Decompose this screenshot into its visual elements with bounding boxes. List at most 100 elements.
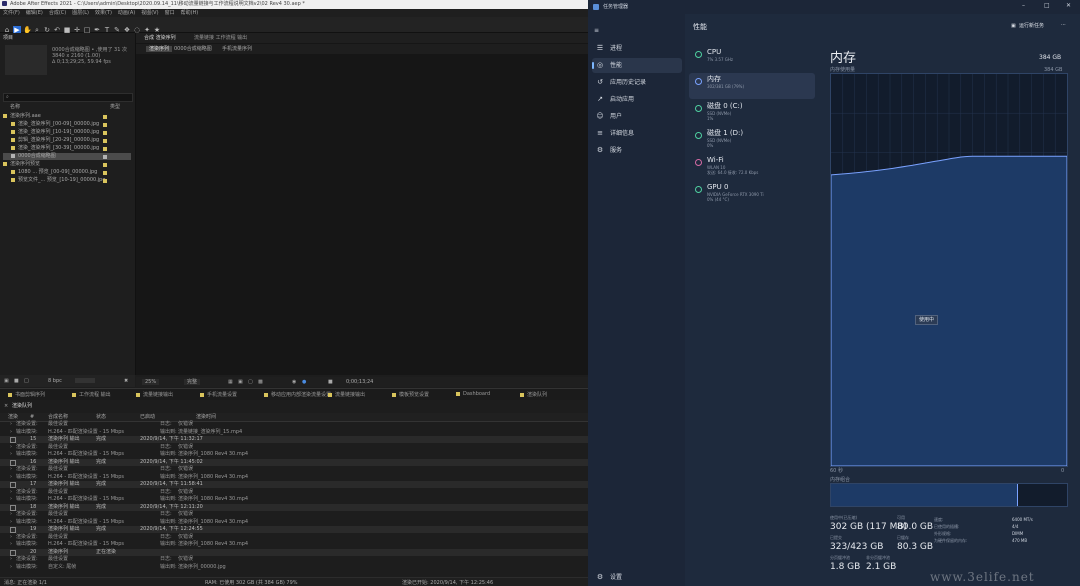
expand-arrow-icon[interactable]: › xyxy=(10,444,12,451)
render-queue-setting[interactable]: › 渲染设置: 最佳设置 日志: 仅错误 xyxy=(0,421,588,428)
device-item[interactable]: 磁盘 0 (C:) SSD (NVMe) 1% xyxy=(689,100,815,126)
nav-item-startup[interactable]: ↗ 启动应用 xyxy=(592,92,682,107)
project-item[interactable]: 渲染_渲染序列_[30-39]_00000.jpg xyxy=(3,145,131,152)
nav-item-app-history[interactable]: ↺ 应用历史记录 xyxy=(592,75,682,90)
device-item[interactable]: 磁盘 1 (D:) SSD (NVMe) 0% xyxy=(689,127,815,153)
quality-select[interactable]: 完整 xyxy=(184,379,201,385)
menu-item[interactable]: 图层(L) xyxy=(72,10,89,16)
snapshot-icon[interactable]: ◉ xyxy=(292,379,296,385)
menu-item[interactable]: 动画(A) xyxy=(118,10,135,16)
render-queue-setting[interactable]: › 渲染设置: 最佳设置 日志: 仅错误 xyxy=(0,534,588,541)
nav-item-settings[interactable]: ⚙ 设置 xyxy=(592,570,682,585)
expand-arrow-icon[interactable]: › xyxy=(10,541,12,548)
nav-item-details[interactable]: ≡ 详细信息 xyxy=(592,126,682,141)
render-queue-item[interactable]: 20 渲染序列 正在渲染 xyxy=(0,548,588,556)
render-queue-item[interactable]: 17 渲染序列 输出 完成 2020/9/14, 下午 11:58:41 xyxy=(0,481,588,488)
device-item[interactable]: Wi-Fi WLAN 10 发送: 64.0 接收: 72.0 Kbps xyxy=(689,154,815,180)
timeline-tab[interactable]: 工作流程 输出 xyxy=(72,391,111,398)
render-queue-item[interactable]: 18 渲染序列 输出 完成 2020/9/14, 下午 12:11:20 xyxy=(0,503,588,511)
menu-item[interactable]: 合成(C) xyxy=(49,10,66,16)
render-queue-setting[interactable]: › 输出模块: H.264 - 匹配渲染设置 - 15 Mbps 输出到: 渲染序列_1… xyxy=(0,519,588,526)
new-composition-icon[interactable]: □ xyxy=(24,378,29,384)
col-number[interactable]: # xyxy=(30,414,34,420)
project-item[interactable]: 预览文件_... 预览_[10-19]_00000.jpg xyxy=(3,177,131,184)
render-queue-item[interactable]: 15 渲染序列 输出 完成 2020/9/14, 下午 11:32:17 xyxy=(0,436,588,443)
trash-icon[interactable]: ✖ xyxy=(124,378,128,384)
project-col-type[interactable]: 类型 xyxy=(110,104,120,110)
render-queue-setting[interactable]: › 输出模块: H.264 - 匹配渲染设置 - 15 Mbps 输出到: 渲染序列_1… xyxy=(0,496,588,503)
close-icon[interactable]: × xyxy=(4,403,8,409)
render-queue-setting[interactable]: › 输出模块: H.264 - 匹配渲染设置 - 15 Mbps 输出到: 渲染序列_1… xyxy=(0,451,588,458)
new-folder-icon[interactable]: ■ xyxy=(14,378,19,384)
menu-item[interactable]: 帮助(H) xyxy=(181,10,199,16)
expand-arrow-icon[interactable]: › xyxy=(10,556,12,563)
maximize-icon[interactable]: □ xyxy=(1044,2,1050,10)
project-col-name[interactable]: 名称 xyxy=(10,104,20,110)
menu-item[interactable]: 编辑(E) xyxy=(26,10,43,16)
project-item[interactable]: 渲染序列.aae xyxy=(3,113,131,120)
col-render[interactable]: 渲染 xyxy=(8,414,18,420)
timecode[interactable]: 0;00;13;24 xyxy=(346,379,373,385)
breadcrumb-thumb[interactable]: 0000合成缩略图 xyxy=(174,46,212,52)
run-task-icon[interactable]: ▣ xyxy=(1011,23,1016,29)
timeline-tab[interactable]: 手机流量设置 xyxy=(200,391,237,398)
render-checkbox[interactable] xyxy=(10,504,16,511)
project-item[interactable]: 渲染_渲染序列_[10-19]_00000.jpg xyxy=(3,129,131,136)
minimize-icon[interactable]: – xyxy=(1022,2,1025,10)
render-queue-setting[interactable]: › 渲染设置: 最佳设置 日志: 仅错误 xyxy=(0,444,588,451)
render-queue-setting[interactable]: › 渲染设置: 最佳设置 日志: 仅错误 xyxy=(0,511,588,518)
region-icon[interactable]: ▢ xyxy=(248,379,253,385)
interpret-footage-icon[interactable]: ▣ xyxy=(4,378,9,384)
expand-arrow-icon[interactable]: › xyxy=(10,466,12,473)
col-render-time[interactable]: 渲染时间 xyxy=(196,414,216,420)
project-item[interactable]: 剪辑_渲染序列_[20-29]_00000.jpg xyxy=(3,137,131,144)
device-item[interactable]: 内存 302/381 GB (79%) xyxy=(689,73,815,99)
run-new-task-button[interactable]: 运行新任务 xyxy=(1019,23,1044,29)
breadcrumb-render[interactable]: 渲染序列 xyxy=(146,46,173,52)
device-item[interactable]: CPU 7% 3.57 GHz xyxy=(689,46,815,72)
timeline-tab[interactable]: 书面剪辑序列 xyxy=(8,391,45,398)
project-item[interactable]: 渲染_渲染序列_[00-09]_00000.jpg xyxy=(3,121,131,128)
project-item[interactable]: 1080 ... 预览_[00-09]_00000.jpg xyxy=(3,169,131,176)
project-item[interactable]: 渲染序列预览 xyxy=(3,161,131,168)
tab-composition-output[interactable]: 流量链接 工作流程 输出 xyxy=(194,35,247,41)
breadcrumb-mobile[interactable]: 手机流量序列 xyxy=(222,46,252,52)
expand-arrow-icon[interactable]: › xyxy=(10,511,12,518)
project-item[interactable]: 0000合成缩略图 xyxy=(3,153,131,160)
render-queue-setting[interactable]: › 输出模块: 自定义: 尾帧 输出到: 渲染序列_00000.jpg xyxy=(0,564,588,571)
render-queue-setting[interactable]: › 输出模块: H.264 - 匹配渲染设置 - 15 Mbps 输出到: 流量链接_渲… xyxy=(0,429,588,436)
menu-item[interactable]: 视图(V) xyxy=(141,10,158,16)
expand-arrow-icon[interactable]: › xyxy=(10,421,12,428)
nav-item-users[interactable]: ☺ 用户 xyxy=(592,109,682,124)
render-checkbox[interactable] xyxy=(10,527,16,533)
device-item[interactable]: GPU 0 NVIDIA GeForce RTX 3090 Ti 0% (44 °… xyxy=(689,181,815,207)
expand-arrow-icon[interactable]: › xyxy=(10,474,12,481)
render-queue-item[interactable]: 16 渲染序列 输出 完成 2020/9/14, 下午 11:45:02 xyxy=(0,458,588,466)
expand-arrow-icon[interactable]: › xyxy=(10,534,12,541)
render-queue-setting[interactable]: › 输出模块: H.264 - 匹配渲染设置 - 15 Mbps 输出到: 渲染序列_1… xyxy=(0,541,588,548)
expand-arrow-icon[interactable]: › xyxy=(10,451,12,458)
zoom-select[interactable]: 25% xyxy=(142,379,160,385)
expand-arrow-icon[interactable]: › xyxy=(10,519,12,526)
transparency-icon[interactable]: ▩ xyxy=(258,379,263,385)
close-icon[interactable]: ✕ xyxy=(1066,2,1071,10)
render-checkbox[interactable] xyxy=(10,482,16,488)
mask-icon[interactable]: ▣ xyxy=(238,379,243,385)
tab-composition-render[interactable]: 合成 渲染序列 xyxy=(144,35,176,41)
expand-arrow-icon[interactable]: › xyxy=(10,489,12,496)
render-queue-setting[interactable]: › 渲染设置: 最佳设置 日志: 仅错误 xyxy=(0,466,588,473)
more-options-icon[interactable]: ⋯ xyxy=(1061,22,1066,28)
project-zoom-slider[interactable] xyxy=(75,378,95,383)
timeline-tab[interactable]: Dashboard xyxy=(456,391,490,397)
render-queue-setting[interactable]: › 输出模块: H.264 - 匹配渲染设置 - 15 Mbps 输出到: 渲染序列_1… xyxy=(0,474,588,481)
col-status[interactable]: 状态 xyxy=(96,414,106,420)
col-comp-name[interactable]: 合成名称 xyxy=(48,414,68,420)
render-queue-item[interactable]: 19 渲染序列 输出 完成 2020/9/14, 下午 12:24:55 xyxy=(0,526,588,533)
nav-item-services[interactable]: ⚙ 服务 xyxy=(592,143,682,158)
render-queue-setting[interactable]: › 渲染设置: 最佳设置 日志: 仅错误 xyxy=(0,489,588,496)
menu-item[interactable]: 文件(F) xyxy=(3,10,20,16)
menu-item[interactable]: 效果(T) xyxy=(95,10,112,16)
render-checkbox[interactable] xyxy=(10,437,16,443)
timeline-tab[interactable]: 模板预览设置 xyxy=(392,391,429,398)
project-search-input[interactable]: ⌕ xyxy=(3,93,133,102)
